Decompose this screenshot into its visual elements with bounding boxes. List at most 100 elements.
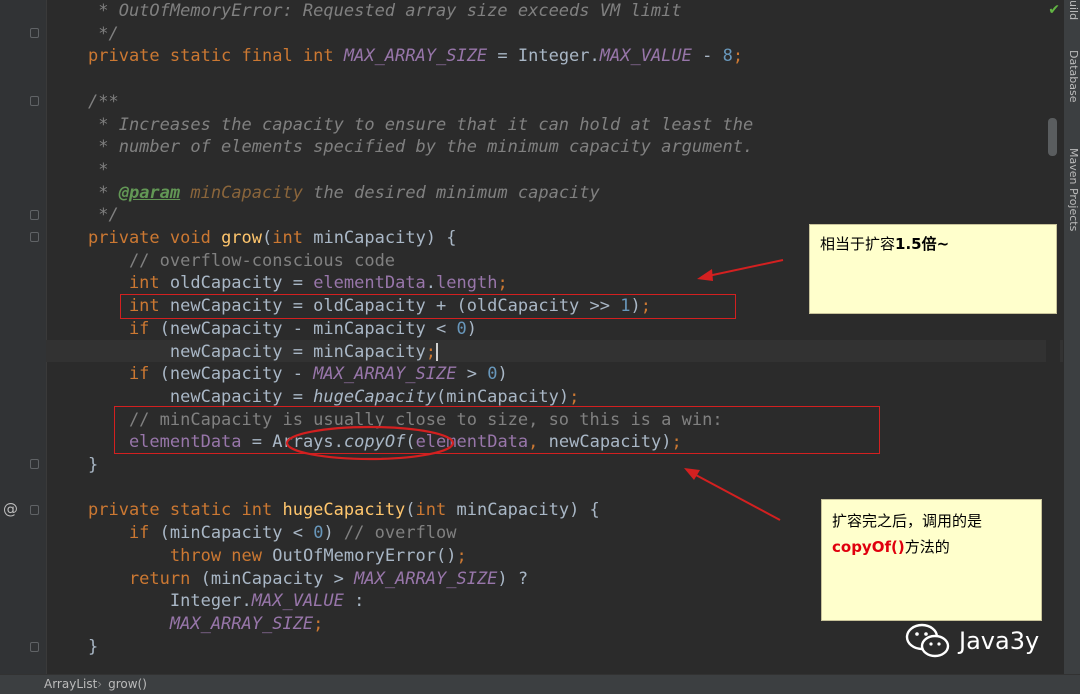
code-token: if [88,319,160,339]
code-token: if [88,364,160,384]
code-token: Integer. [88,591,252,611]
breadcrumb-separator-icon: › [97,677,103,691]
code-line[interactable]: int oldCapacity = elementData.length; [88,272,508,294]
tool-tab-build[interactable]: uild [1064,0,1080,20]
code-token: // overflow-conscious code [88,251,396,271]
code-token: (minCapacity) [436,387,570,407]
editor-gutter: @ [0,0,47,674]
code-line[interactable]: * [88,159,108,181]
override-marker-icon[interactable]: @ [3,500,18,518]
code-line[interactable]: * Increases the capacity to ensure that … [88,114,753,136]
tool-tab-database[interactable]: Database [1064,50,1080,103]
code-token: : [343,591,365,611]
fold-marker-icon[interactable] [30,28,39,38]
scrollbar-thumb[interactable] [1048,118,1057,156]
code-token: 0 [456,319,467,339]
code-token: ; [425,342,437,362]
code-token: ; [732,46,744,66]
note2-line1: 扩容完之后，调用的是 [832,512,983,530]
watermark: Java3y [905,622,1039,660]
fold-marker-icon[interactable] [30,642,39,652]
fold-marker-icon[interactable] [30,505,39,515]
code-token: (newCapacity - minCapacity < [159,319,457,339]
wechat-icon [905,623,950,658]
code-line[interactable]: * OutOfMemoryError: Requested array size… [88,0,681,22]
code-line[interactable]: */ [88,23,119,45]
code-token: * Increases the capacity to ensure that … [88,115,754,135]
code-token: (minCapacity > [200,569,355,589]
note2-red-text: copyOf() [832,538,905,556]
code-token: 0 [487,364,498,384]
code-line[interactable]: Integer.MAX_VALUE : [88,590,365,612]
code-line[interactable]: */ [88,204,119,226]
code-token: length [436,273,498,293]
code-line[interactable]: throw new OutOfMemoryError(); [88,545,467,567]
code-line[interactable]: private static int hugeCapacity(int minC… [88,499,600,521]
note1-text: 相当于扩容 [820,235,896,253]
code-token: hugeCapacity [313,387,436,407]
code-token: ) [466,319,477,339]
code-line[interactable]: if (newCapacity - MAX_ARRAY_SIZE > 0) [88,363,508,385]
code-token: > [456,364,488,384]
code-line[interactable]: } [88,454,98,476]
code-line[interactable]: } [88,636,98,658]
code-token: throw new [88,546,273,566]
code-token: } [88,455,99,475]
tool-tab-maven[interactable]: Maven Projects [1064,148,1080,231]
code-token: newCapacity = minCapacity [88,342,426,362]
breadcrumb-method[interactable]: grow() [108,677,147,691]
code-line[interactable]: private void grow(int minCapacity) { [88,227,457,249]
code-token: elementData [313,273,426,293]
code-token: ( [262,228,273,248]
code-line[interactable]: return (minCapacity > MAX_ARRAY_SIZE) ? [88,568,528,590]
code-token: MAX_ARRAY_SIZE [343,46,488,66]
note1-bold-text: 1.5倍~ [895,235,950,253]
code-line[interactable]: if (newCapacity - minCapacity < 0) [88,318,477,340]
code-token: = Integer. [487,46,600,66]
code-token: oldCapacity = [169,273,314,293]
code-token: ; [313,614,324,634]
code-token: 8 [722,46,733,66]
inspection-ok-icon[interactable]: ✔ [1048,2,1060,18]
note-copyof: 扩容完之后，调用的是 copyOf()方法的 [821,499,1042,621]
code-token: the desired minimum capacity [302,183,600,203]
code-token: ) ? [497,569,529,589]
code-token: hugeCapacity [282,500,406,520]
code-token: OutOfMemoryError() [272,546,457,566]
fold-marker-icon[interactable] [30,459,39,469]
code-token: MAX_ARRAY_SIZE [88,614,314,634]
code-line[interactable]: private static final int MAX_ARRAY_SIZE … [88,45,743,67]
code-line[interactable]: MAX_ARRAY_SIZE; [88,613,324,635]
text-caret [436,343,439,361]
right-tool-panel: uild Database Maven Projects [1063,0,1080,674]
code-token: - [691,46,723,66]
code-token: * [88,183,119,203]
code-line[interactable]: // overflow-conscious code [88,250,395,272]
code-line[interactable]: /** [88,91,119,113]
fold-marker-icon[interactable] [30,210,39,220]
code-token: ) [497,364,508,384]
code-line[interactable]: * @param minCapacity the desired minimum… [88,182,600,204]
note2-line2: copyOf()方法的 [832,534,1031,560]
breadcrumb-class[interactable]: ArrayList [44,677,97,691]
code-line[interactable]: newCapacity = minCapacity; [88,341,439,363]
code-token: MAX_ARRAY_SIZE [354,569,498,589]
watermark-text: Java3y [959,627,1040,655]
fold-marker-icon[interactable] [30,232,39,242]
code-token: @param [118,183,181,203]
fold-marker-icon[interactable] [30,96,39,106]
code-token: */ [88,205,119,225]
code-token: int [88,273,170,293]
code-token: ) [323,523,344,543]
code-token: */ [88,24,119,44]
code-token: MAX_VALUE [599,46,692,66]
code-token: } [88,637,99,657]
code-token: minCapacity [180,183,303,203]
code-token: minCapacity) { [456,500,600,520]
code-line[interactable]: * number of elements specified by the mi… [88,136,753,158]
code-line[interactable]: if (minCapacity < 0) // overflow [88,522,457,544]
vertical-scrollbar[interactable] [1046,0,1060,674]
code-line[interactable]: newCapacity = hugeCapacity(minCapacity); [88,386,579,408]
code-token: private static int [88,500,283,520]
code-token: ( [405,500,416,520]
